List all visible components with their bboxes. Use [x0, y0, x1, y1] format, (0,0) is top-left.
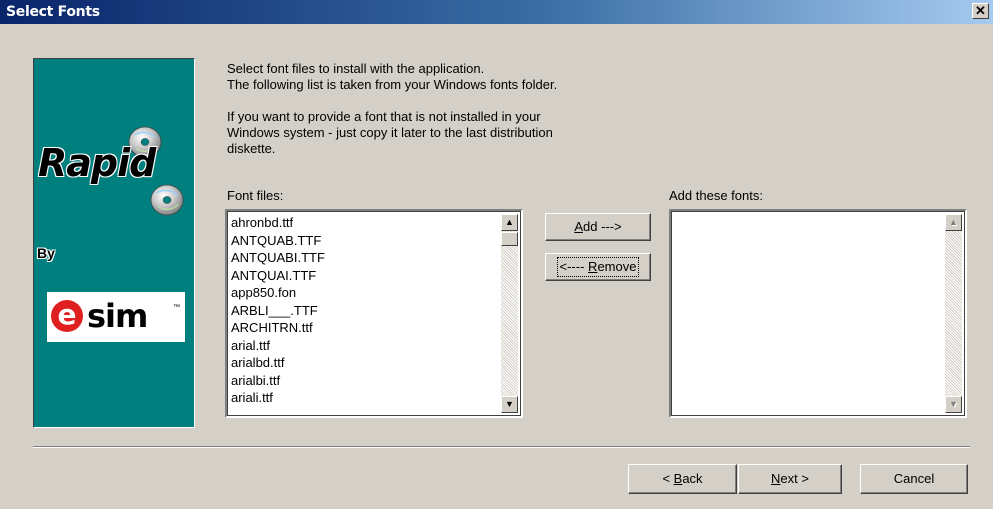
font-list-item[interactable]: ARBLI___.TTF — [231, 302, 325, 320]
product-logo-panel: Rapid By e sim ™ — [33, 58, 195, 428]
instruction-line: If you want to provide a font that is no… — [227, 109, 541, 124]
back-prefix: < — [662, 471, 674, 486]
footer-separator — [33, 446, 970, 448]
scroll-down-button: ▼ — [945, 396, 962, 413]
font-list-item[interactable]: ahronbd.ttf — [231, 214, 325, 232]
font-files-scrollbar[interactable]: ▲ ▼ — [501, 214, 518, 413]
esim-e-mark: e — [51, 300, 83, 332]
font-list-item[interactable]: arial.ttf — [231, 337, 325, 355]
down-arrow-icon: ▼ — [949, 399, 958, 409]
rapid-logo-text: Rapid — [38, 141, 156, 185]
cancel-button[interactable]: Cancel — [860, 464, 968, 494]
next-mnemonic: N — [771, 471, 781, 486]
font-list-item[interactable]: ANTQUAB.TTF — [231, 232, 325, 250]
remove-label: emove — [597, 259, 637, 274]
cancel-label: Cancel — [893, 471, 935, 486]
font-list-item[interactable]: ANTQUAI.TTF — [231, 267, 325, 285]
font-list-item[interactable]: ANTQUABI.TTF — [231, 249, 325, 267]
scroll-thumb[interactable] — [501, 232, 518, 246]
instructions-text: Select font files to install with the ap… — [227, 61, 647, 157]
add-mnemonic: A — [574, 219, 583, 234]
add-fonts-listbox[interactable]: ▲ ▼ — [669, 209, 967, 418]
by-label: By — [37, 245, 55, 261]
esim-wordmark: sim — [87, 297, 148, 335]
font-list-item[interactable]: arialbi.ttf — [231, 372, 325, 390]
font-files-listbox[interactable]: ahronbd.ttf ANTQUAB.TTF ANTQUABI.TTF ANTQUA… — [225, 209, 523, 418]
back-button[interactable]: < Back — [628, 464, 737, 494]
add-button[interactable]: Add ---> — [545, 213, 651, 241]
add-fonts-label: Add these fonts: — [669, 188, 763, 203]
add-fonts-scrollbar[interactable]: ▲ ▼ — [945, 214, 962, 413]
remove-prefix: <---- — [559, 259, 589, 274]
up-arrow-icon: ▲ — [505, 217, 514, 227]
back-label: ack — [682, 471, 703, 486]
window-title: Select Fonts — [6, 4, 100, 20]
scroll-down-button[interactable]: ▼ — [501, 396, 518, 413]
next-button[interactable]: Next > — [738, 464, 842, 494]
next-label: ext > — [780, 471, 809, 486]
font-list-item[interactable]: ARCHITRN.ttf — [231, 319, 325, 337]
scroll-up-button[interactable]: ▲ — [501, 214, 518, 231]
font-list-item[interactable]: ariali.ttf — [231, 389, 325, 407]
close-icon: ✕ — [975, 3, 986, 18]
instruction-line: Select font files to install with the ap… — [227, 61, 485, 76]
up-arrow-icon: ▲ — [949, 217, 958, 227]
close-button[interactable]: ✕ — [972, 3, 989, 19]
select-fonts-dialog: Select Fonts ✕ Rapid By e sim ™ Select f… — [0, 0, 993, 509]
font-files-list: ahronbd.ttf ANTQUAB.TTF ANTQUABI.TTF ANTQUA… — [231, 214, 325, 407]
scroll-up-button: ▲ — [945, 214, 962, 231]
instruction-line: Windows system - just copy it later to t… — [227, 125, 553, 140]
add-label: dd ---> — [583, 219, 622, 234]
trademark-mark: ™ — [173, 304, 180, 311]
instruction-line: diskette. — [227, 141, 276, 156]
cd-disc-icon — [150, 184, 184, 216]
instruction-line: The following list is taken from your Wi… — [227, 77, 558, 92]
esim-logo: e sim ™ — [47, 292, 185, 342]
title-bar[interactable]: Select Fonts ✕ — [0, 0, 993, 24]
down-arrow-icon: ▼ — [505, 399, 514, 409]
font-list-item[interactable]: arialbd.ttf — [231, 354, 325, 372]
font-files-label: Font files: — [227, 188, 284, 203]
remove-button[interactable]: <---- Remove — [545, 253, 651, 281]
font-list-item[interactable]: app850.fon — [231, 284, 325, 302]
